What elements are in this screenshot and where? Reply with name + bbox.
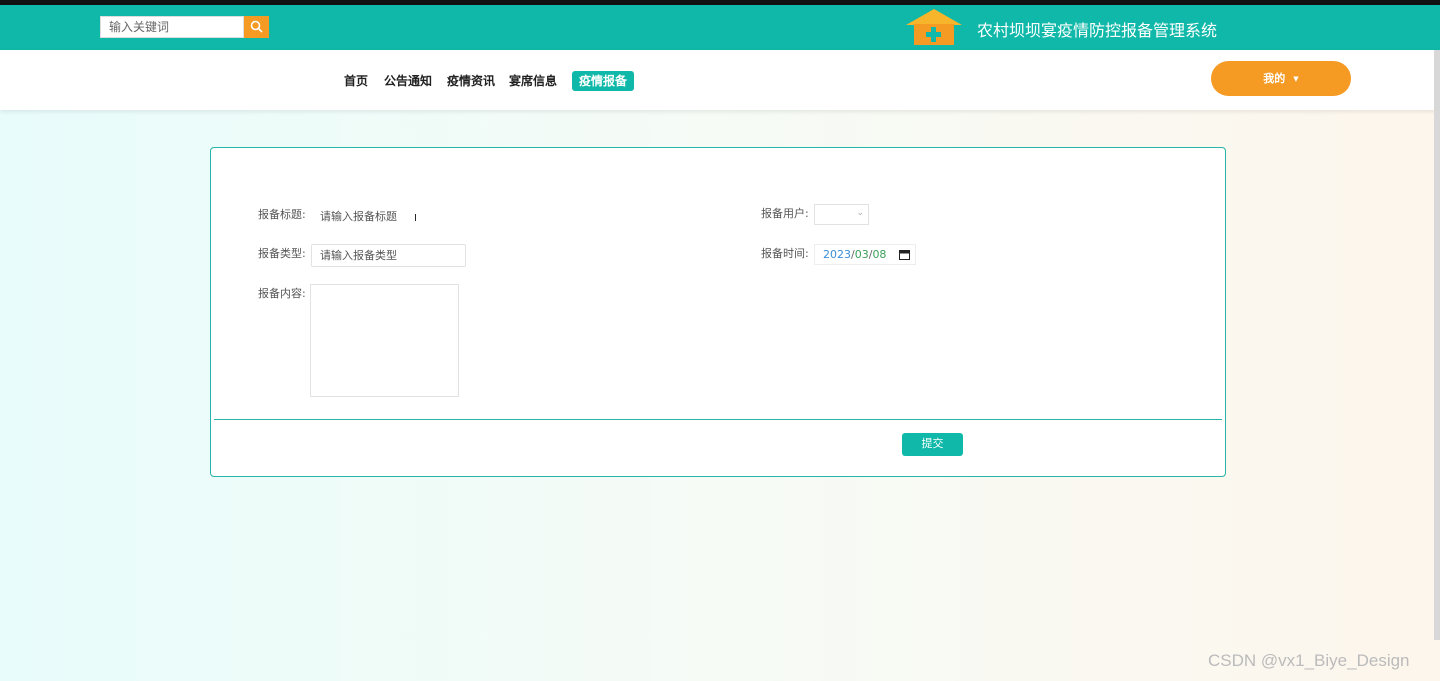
date-input[interactable]: 2023/03/08 xyxy=(814,244,916,265)
caret-down-icon: ▼ xyxy=(1293,74,1299,83)
chevron-down-icon: ⌄ xyxy=(856,208,864,218)
date-year: 2023 xyxy=(823,248,851,261)
house-plus-logo-icon xyxy=(906,9,962,45)
search-button[interactable] xyxy=(244,16,269,38)
scrollbar[interactable] xyxy=(1434,50,1440,640)
date-month: 03 xyxy=(854,248,869,261)
text-cursor-icon: I xyxy=(414,213,417,224)
nav-item-banquet[interactable]: 宴席信息 xyxy=(509,71,557,91)
type-label: 报备类型: xyxy=(258,247,306,260)
header-bar: 输入关键词 农村坝坝宴疫情防控报备管理系统 xyxy=(0,5,1440,50)
nav-item-news[interactable]: 疫情资讯 xyxy=(447,71,495,91)
my-account-button[interactable]: 我的 ▼ xyxy=(1211,61,1351,96)
nav-item-home[interactable]: 首页 xyxy=(344,71,368,91)
user-select[interactable]: ⌄ xyxy=(814,204,869,225)
date-day: 08 xyxy=(872,248,887,261)
time-label: 报备时间: xyxy=(761,247,809,260)
my-account-label: 我的 xyxy=(1263,72,1286,85)
content-textarea[interactable] xyxy=(310,284,459,397)
content-label: 报备内容: xyxy=(258,287,306,300)
main-nav: 首页 公告通知 疫情资讯 宴席信息 疫情报备 我的 ▼ xyxy=(0,50,1440,110)
nav-item-notices[interactable]: 公告通知 xyxy=(384,71,432,91)
form-divider xyxy=(214,419,1222,420)
search-icon xyxy=(250,20,263,33)
watermark: CSDN @vx1_Biye_Design xyxy=(1208,651,1410,670)
site-title: 农村坝坝宴疫情防控报备管理系统 xyxy=(977,21,1218,40)
report-form: 报备标题: 请输入报备标题 报备类型: 请输入报备类型 报备内容: 报备用户: … xyxy=(210,147,1226,477)
search-input[interactable]: 输入关键词 xyxy=(100,16,244,38)
title-input[interactable]: 请输入报备标题 xyxy=(311,205,421,228)
nav-item-report[interactable]: 疫情报备 xyxy=(572,71,635,91)
type-input[interactable]: 请输入报备类型 xyxy=(311,244,466,267)
user-label: 报备用户: xyxy=(761,207,809,220)
calendar-icon[interactable] xyxy=(899,249,910,260)
submit-button[interactable]: 提交 xyxy=(902,433,963,456)
title-label: 报备标题: xyxy=(258,208,306,221)
